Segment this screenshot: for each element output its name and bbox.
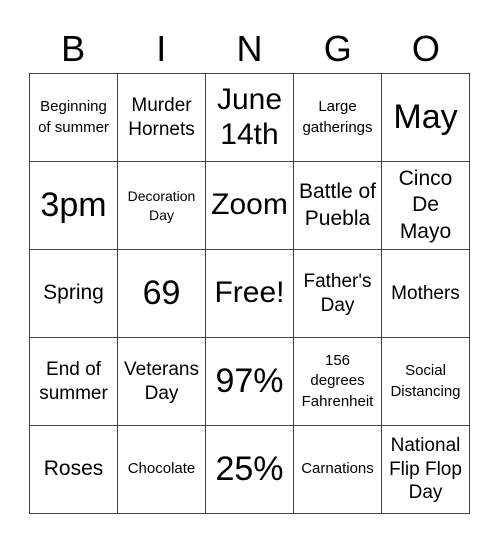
header-letter-n: N — [236, 28, 263, 69]
bingo-cell[interactable]: June 14th — [206, 74, 294, 162]
bingo-cell[interactable]: End of summer — [30, 338, 118, 426]
bingo-cell[interactable]: Chocolate — [118, 426, 206, 514]
bingo-cell[interactable]: Roses — [30, 426, 118, 514]
bingo-cell[interactable]: 97% — [206, 338, 294, 426]
bingo-cell[interactable]: National Flip Flop Day — [382, 426, 470, 514]
bingo-cell[interactable]: 69 — [118, 250, 206, 338]
bingo-cell[interactable]: 156 degrees Fahrenheit — [294, 338, 382, 426]
bingo-cell free-space[interactable]: Free! — [206, 250, 294, 338]
header-letter-b: B — [61, 28, 86, 69]
header-letter-i: I — [156, 28, 167, 69]
bingo-cell[interactable]: Zoom — [206, 162, 294, 250]
bingo-cell[interactable]: Social Distancing — [382, 338, 470, 426]
bingo-cell[interactable]: Veterans Day — [118, 338, 206, 426]
bingo-cell[interactable]: Murder Hornets — [118, 74, 206, 162]
bingo-cell[interactable]: 3pm — [30, 162, 118, 250]
bingo-grid: Beginning of summer Murder Hornets June … — [29, 73, 470, 514]
bingo-cell[interactable]: Decoration Day — [118, 162, 206, 250]
header-letter-g: G — [323, 28, 352, 69]
bingo-cell[interactable]: Spring — [30, 250, 118, 338]
bingo-cell[interactable]: Beginning of summer — [30, 74, 118, 162]
bingo-cell[interactable]: Large gatherings — [294, 74, 382, 162]
bingo-cell[interactable]: Cinco De Mayo — [382, 162, 470, 250]
header-letter-o: O — [411, 28, 440, 69]
bingo-cell[interactable]: Battle of Puebla — [294, 162, 382, 250]
bingo-cell[interactable]: Mothers — [382, 250, 470, 338]
bingo-cell[interactable]: May — [382, 74, 470, 162]
bingo-cell[interactable]: 25% — [206, 426, 294, 514]
bingo-cell[interactable]: Father's Day — [294, 250, 382, 338]
bingo-header: B I N G O — [29, 26, 470, 72]
bingo-cell[interactable]: Carnations — [294, 426, 382, 514]
